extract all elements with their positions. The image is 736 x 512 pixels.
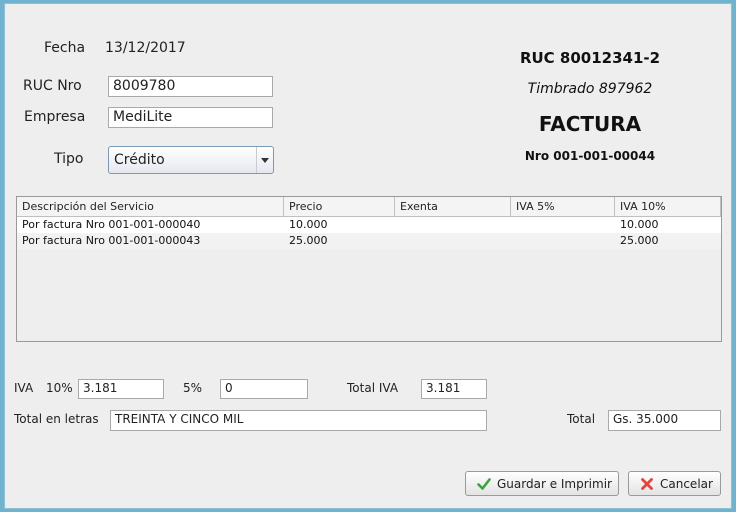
- tipo-label: Tipo: [54, 151, 84, 167]
- ruc-field[interactable]: 8009780: [108, 76, 273, 97]
- iva10-field[interactable]: 3.181: [78, 379, 164, 399]
- cell-iva5: [511, 233, 615, 249]
- invoice-window: Fecha 13/12/2017 RUC Nro 8009780 Empresa…: [4, 3, 732, 509]
- cancel-button[interactable]: Cancelar: [628, 471, 721, 496]
- iva10-label: 10%: [46, 381, 73, 395]
- iva5-label: 5%: [183, 381, 203, 395]
- save-print-label: Guardar e Imprimir: [497, 477, 612, 491]
- timbrado: Timbrado 897962: [527, 81, 653, 97]
- check-icon: [477, 478, 491, 490]
- total-label: Total: [567, 412, 596, 426]
- total-letras-field[interactable]: TREINTA Y CINCO MIL: [110, 410, 487, 431]
- total-letras-label: Total en letras: [14, 412, 99, 426]
- column-header-descripcion[interactable]: Descripción del Servicio: [17, 197, 284, 216]
- table-row[interactable]: Por factura Nro 001-001-000043 25.000 25…: [17, 233, 721, 249]
- column-header-iva10[interactable]: IVA 10%: [615, 197, 721, 216]
- invoice-number: Nro 001-001-00044: [524, 149, 656, 163]
- fecha-label: Fecha: [44, 40, 86, 56]
- iva-label: IVA: [14, 381, 34, 395]
- save-print-button[interactable]: Guardar e Imprimir: [465, 471, 619, 496]
- cell-descripcion: Por factura Nro 001-001-000040: [22, 218, 201, 231]
- empresa-field[interactable]: MediLite: [108, 107, 273, 128]
- x-icon: [641, 478, 653, 490]
- cell-exenta: [395, 217, 511, 233]
- total-iva-label: Total IVA: [347, 381, 399, 395]
- cell-exenta: [395, 233, 511, 249]
- table-header: Descripción del Servicio Precio Exenta I…: [17, 197, 721, 217]
- column-header-iva5[interactable]: IVA 5%: [511, 197, 615, 216]
- total-field[interactable]: Gs. 35.000: [608, 410, 721, 431]
- invoice-title: FACTURA: [538, 112, 642, 136]
- ruc-label: RUC Nro: [23, 78, 82, 94]
- cell-iva5: [511, 217, 615, 233]
- iva5-field[interactable]: 0: [220, 379, 308, 399]
- company-ruc: RUC 80012341-2: [519, 49, 661, 67]
- fecha-value: 13/12/2017: [105, 40, 186, 56]
- tipo-selected-value: Crédito: [114, 152, 165, 168]
- cell-descripcion: Por factura Nro 001-001-000043: [22, 234, 201, 247]
- cell-precio: 25.000: [289, 234, 328, 247]
- column-header-precio[interactable]: Precio: [284, 197, 395, 216]
- table-row[interactable]: Por factura Nro 001-001-000040 10.000 10…: [17, 217, 721, 233]
- cell-iva10: 25.000: [620, 234, 659, 247]
- chevron-down-icon: [261, 158, 269, 163]
- total-iva-field[interactable]: 3.181: [421, 379, 487, 399]
- cell-precio: 10.000: [289, 218, 328, 231]
- tipo-dropdown-button[interactable]: [256, 147, 273, 173]
- cell-iva10: 10.000: [620, 218, 659, 231]
- empresa-label: Empresa: [24, 109, 86, 125]
- tipo-select[interactable]: Crédito: [108, 146, 274, 174]
- cancel-label: Cancelar: [660, 477, 713, 491]
- services-table[interactable]: Descripción del Servicio Precio Exenta I…: [16, 196, 722, 342]
- column-header-exenta[interactable]: Exenta: [395, 197, 511, 216]
